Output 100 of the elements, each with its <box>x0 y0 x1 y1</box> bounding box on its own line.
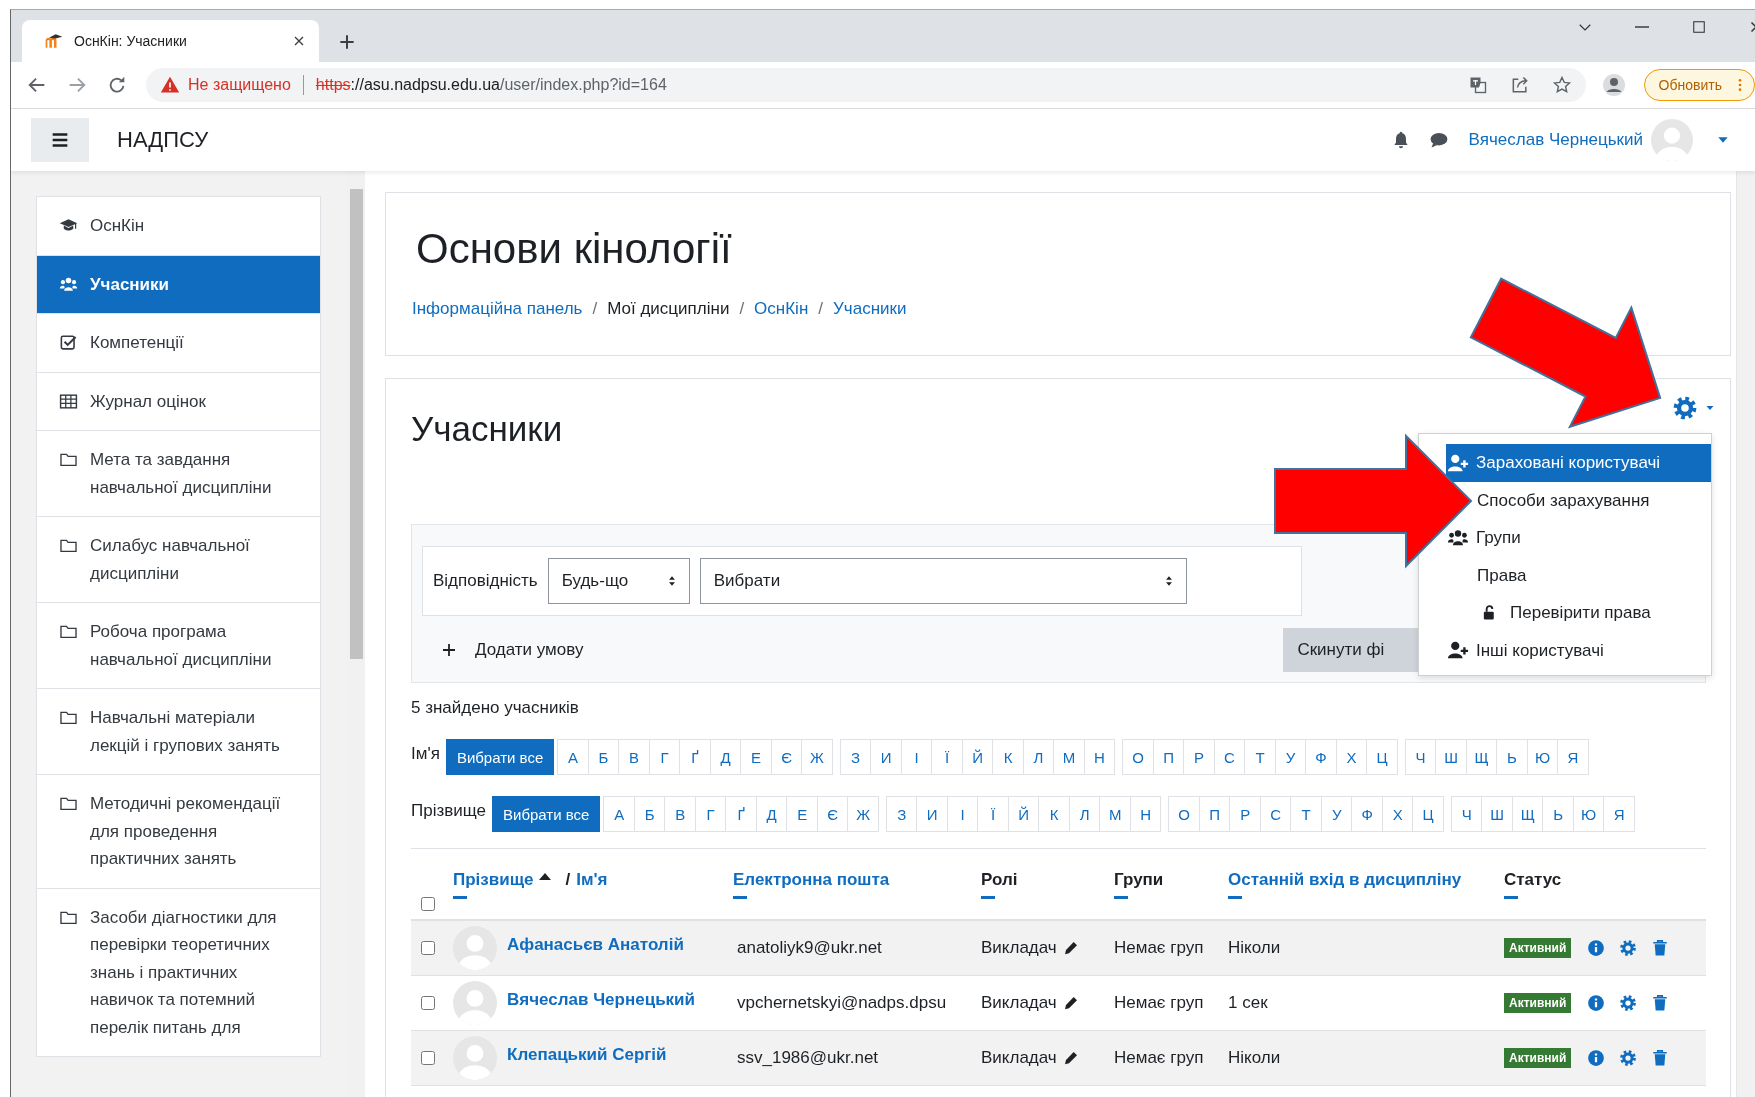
match-select[interactable]: Будь-що <box>547 558 690 604</box>
menu-button[interactable] <box>31 118 89 162</box>
collapse-column-icon[interactable] <box>453 895 467 899</box>
select-all-button[interactable]: Вибрати все <box>492 796 601 832</box>
menu-item[interactable]: Способи зарахування <box>1476 481 1711 519</box>
settings-button[interactable] <box>1619 939 1638 957</box>
letter-button[interactable]: О <box>1122 739 1154 775</box>
letter-button[interactable]: Я <box>1557 739 1589 775</box>
settings-menu-button[interactable] <box>1672 395 1716 421</box>
letter-button[interactable]: Г <box>694 796 727 832</box>
letter-button[interactable]: З <box>839 739 872 775</box>
column-header[interactable]: Електронна пошта <box>733 869 890 890</box>
letter-button[interactable]: Т <box>1290 796 1322 832</box>
letter-button[interactable]: Ф <box>1351 796 1383 832</box>
update-button[interactable]: Обновить <box>1643 69 1755 101</box>
letter-button[interactable]: Н <box>1129 796 1162 832</box>
settings-button[interactable] <box>1619 994 1638 1012</box>
letter-button[interactable]: Ґ <box>679 739 711 775</box>
letter-button[interactable]: В <box>664 796 696 832</box>
browser-tab[interactable]: ОснКін: Учасники <box>22 20 319 62</box>
letter-button[interactable]: Ш <box>1481 796 1513 832</box>
add-condition-button[interactable]: Додати умову <box>422 640 584 660</box>
new-tab-button[interactable] <box>337 32 357 52</box>
letter-button[interactable]: Є <box>816 796 849 832</box>
letter-button[interactable]: И <box>916 796 948 832</box>
letter-button[interactable]: О <box>1168 796 1200 832</box>
user-name-link[interactable]: Вячеслав Чернецький <box>507 990 695 1010</box>
letter-button[interactable]: Ґ <box>725 796 757 832</box>
letter-button[interactable]: Р <box>1229 796 1261 832</box>
menu-item[interactable]: Права <box>1476 556 1711 594</box>
address-bar[interactable]: Не защищено https://asu.nadpsu.edu.ua/user/index.php?id=164 <box>146 68 1586 102</box>
sidebar-item[interactable]: Силабус навчальної дисципліни <box>37 517 321 603</box>
letter-button[interactable]: Д <box>709 739 742 775</box>
letter-button[interactable]: А <box>603 796 635 832</box>
edit-role-button[interactable] <box>1062 995 1079 1011</box>
letter-button[interactable]: К <box>992 739 1024 775</box>
letter-button[interactable]: Л <box>1068 796 1101 832</box>
collapse-column-icon[interactable] <box>733 895 747 899</box>
row-checkbox[interactable] <box>421 996 435 1010</box>
delete-button[interactable] <box>1651 939 1670 957</box>
letter-button[interactable]: Щ <box>1511 796 1544 832</box>
letter-button[interactable]: Й <box>961 739 994 775</box>
letter-button[interactable]: Е <box>740 739 772 775</box>
info-button[interactable] <box>1587 939 1606 957</box>
letter-button[interactable]: Ш <box>1435 739 1467 775</box>
security-warning[interactable]: Не защищено <box>188 76 291 94</box>
letter-button[interactable]: П <box>1152 739 1185 775</box>
condition-select[interactable]: Вибрати <box>699 558 1187 604</box>
letter-button[interactable]: Ч <box>1450 796 1483 832</box>
sidebar-item[interactable]: Засоби діагностики для перевірки теоретичних знань і практичних навичок та потемний перелік питань для <box>37 888 321 1057</box>
info-button[interactable] <box>1587 994 1606 1012</box>
sidebar-item[interactable]: Компетенції <box>37 314 321 373</box>
collapse-column-icon[interactable] <box>1114 895 1128 899</box>
letter-button[interactable]: У <box>1274 739 1307 775</box>
letter-button[interactable]: Р <box>1183 739 1215 775</box>
letter-button[interactable]: Ф <box>1305 739 1337 775</box>
sidebar-item[interactable]: Навчальні матеріали лекцій і групових занять <box>37 689 321 775</box>
letter-button[interactable]: И <box>870 739 902 775</box>
letter-button[interactable]: Ю <box>1572 796 1605 832</box>
select-all-button[interactable]: Вибрати все <box>445 739 555 775</box>
letter-button[interactable]: К <box>1038 796 1070 832</box>
maximize-button[interactable] <box>1690 18 1708 36</box>
select-all-checkbox[interactable] <box>421 897 435 911</box>
menu-item[interactable]: Групи <box>1446 519 1711 557</box>
letter-button[interactable]: Н <box>1083 739 1116 775</box>
letter-button[interactable]: Ї <box>931 739 963 775</box>
letter-button[interactable]: Х <box>1335 739 1368 775</box>
profile-button[interactable] <box>1601 73 1626 97</box>
row-checkbox[interactable] <box>421 941 435 955</box>
breadcrumb-item[interactable]: Учасники <box>833 299 907 319</box>
settings-button[interactable] <box>1619 1049 1638 1067</box>
collapse-column-icon[interactable] <box>1228 895 1242 899</box>
user-name-link[interactable]: Афанасьєв Анатолій <box>507 935 684 955</box>
letter-button[interactable]: Ж <box>801 739 833 775</box>
column-header[interactable]: Прізвище <box>453 869 534 890</box>
letter-button[interactable]: М <box>1099 796 1131 832</box>
sidebar-item[interactable]: Учасники <box>37 255 321 314</box>
letter-button[interactable]: Я <box>1603 796 1635 832</box>
letter-button[interactable]: З <box>885 796 918 832</box>
letter-button[interactable]: Б <box>587 739 620 775</box>
letter-button[interactable]: Х <box>1381 796 1414 832</box>
letter-button[interactable]: Ь <box>1542 796 1574 832</box>
letter-button[interactable]: Ю <box>1526 739 1559 775</box>
sidebar-item[interactable]: ОснКін <box>37 197 321 256</box>
column-header[interactable]: Ім'я <box>576 869 608 890</box>
edit-role-button[interactable] <box>1062 1050 1079 1066</box>
letter-button[interactable]: Г <box>648 739 681 775</box>
breadcrumb-item[interactable]: ОснКін <box>754 299 809 319</box>
messages-button[interactable] <box>1428 130 1449 150</box>
sidebar-item[interactable]: Методичні рекомендації для проведення практичних занять <box>37 775 321 889</box>
letter-button[interactable]: Ї <box>977 796 1009 832</box>
user-name-link[interactable]: Клепацький Сергій <box>507 1045 667 1065</box>
delete-button[interactable] <box>1651 994 1670 1012</box>
letter-button[interactable]: Ц <box>1366 739 1398 775</box>
letter-button[interactable]: Щ <box>1465 739 1498 775</box>
edit-role-button[interactable] <box>1062 940 1079 956</box>
row-checkbox[interactable] <box>421 1051 435 1065</box>
page-scrollbar[interactable] <box>1736 171 1755 1097</box>
letter-button[interactable]: І <box>900 739 933 775</box>
sidebar-item[interactable]: Журнал оцінок <box>37 372 321 431</box>
